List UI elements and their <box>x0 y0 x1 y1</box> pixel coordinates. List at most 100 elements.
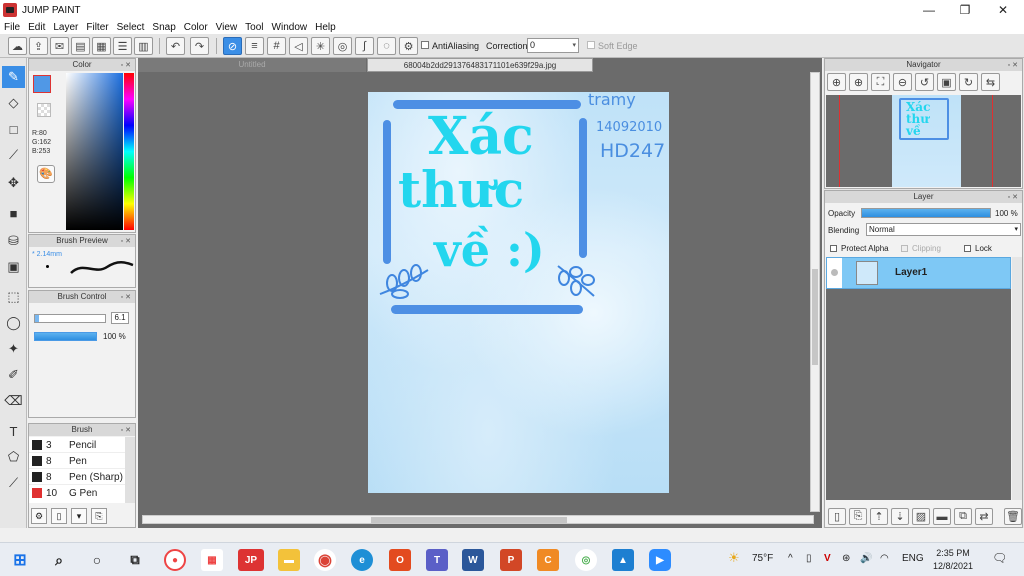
palette-icon[interactable]: 🎨 <box>37 165 55 183</box>
layer-up-icon[interactable]: ⇡ <box>870 508 888 525</box>
store-icon[interactable]: ▦ <box>201 549 223 571</box>
rotate-left-icon[interactable]: ↺ <box>915 73 934 91</box>
new-brush-icon[interactable]: ▯ <box>51 508 67 524</box>
windows-start-icon[interactable]: ⊞ <box>9 549 31 571</box>
wifi-icon[interactable]: ◠ <box>880 553 889 564</box>
fit-icon[interactable]: ⛶ <box>871 73 890 91</box>
layer-visibility-toggle[interactable] <box>827 258 842 288</box>
zoom-in-icon[interactable]: ⊕ <box>827 73 846 91</box>
antialiasing-checkbox[interactable] <box>421 41 429 49</box>
menu-help[interactable]: Help <box>315 22 336 33</box>
rotate-right-icon[interactable]: ↻ <box>959 73 978 91</box>
fill-rect-tool-icon[interactable]: ■ <box>2 202 25 224</box>
brush-item[interactable]: 3 Pencil <box>29 437 125 453</box>
lasso-tool-icon[interactable]: ◯ <box>2 312 25 334</box>
brush-opacity-slider[interactable] <box>34 332 97 341</box>
blending-select[interactable]: Normal ▾ <box>866 223 1021 236</box>
snap-off-icon[interactable]: ⊘ <box>223 37 242 55</box>
layer-row[interactable]: Layer1 <box>826 257 1011 289</box>
upload-icon[interactable]: ⇪ <box>29 37 48 55</box>
reset-view-icon[interactable]: ▣ <box>937 73 956 91</box>
chrome-alt-icon[interactable]: ● <box>164 549 186 571</box>
volume-icon[interactable]: 🔊 <box>860 553 872 564</box>
vietkey-icon[interactable]: V <box>824 553 831 564</box>
app-orange-icon[interactable]: C <box>537 549 559 571</box>
magic-wand-tool-icon[interactable]: ✦ <box>2 338 25 360</box>
horizontal-scroll-thumb[interactable] <box>371 517 567 523</box>
brush-list-scrollbar[interactable] <box>125 437 135 503</box>
move-tool-icon[interactable]: ✥ <box>2 172 25 194</box>
teams-icon[interactable]: T <box>426 549 448 571</box>
word-icon[interactable]: W <box>462 549 484 571</box>
gradient-tool-icon[interactable]: ▣ <box>2 256 25 278</box>
brush-settings-icon[interactable]: ⚙ <box>31 508 47 524</box>
grid-icon[interactable]: ▥ <box>134 37 153 55</box>
office-icon[interactable]: O <box>389 549 411 571</box>
brush-item[interactable]: 10 G Pen <box>29 485 125 501</box>
menu-layer[interactable]: Layer <box>53 22 78 33</box>
weather-temp[interactable]: 75°F <box>752 553 773 564</box>
drawing-canvas[interactable]: Xác thưc về :) tramy 14092010 HD247 <box>368 92 669 493</box>
eyedropper-tool-icon[interactable]: ⟋ <box>2 472 25 494</box>
clock[interactable]: 2:35 PM 12/8/2021 <box>930 547 976 573</box>
search-icon[interactable]: ⌕ <box>48 549 70 571</box>
folder-icon[interactable]: ▬ <box>933 508 951 525</box>
edge-icon[interactable]: e <box>351 549 373 571</box>
snap-parallel-icon[interactable]: ≡ <box>245 37 264 55</box>
layer-list-scrollbar[interactable] <box>1012 257 1022 500</box>
tab-active-document[interactable]: 68004b2dd291376483171101e639f29a.jpg <box>367 58 593 72</box>
document-icon[interactable]: ▦ <box>92 37 111 55</box>
transparent-color-swatch[interactable] <box>37 103 51 117</box>
merge-icon[interactable]: ⧉ <box>954 508 972 525</box>
zoom-icon[interactable]: ▶ <box>649 549 671 571</box>
hue-slider[interactable] <box>124 73 134 230</box>
zoom-out-icon[interactable]: ⊖ <box>893 73 912 91</box>
close-button[interactable]: ✕ <box>986 0 1020 20</box>
vertical-scrollbar[interactable] <box>810 72 820 512</box>
language-indicator[interactable]: ENG <box>902 553 924 564</box>
menu-edit[interactable]: Edit <box>28 22 45 33</box>
trash-icon[interactable]: 🗑 <box>1004 508 1022 525</box>
maximize-button[interactable]: ❐ <box>948 0 982 20</box>
transfer-icon[interactable]: ⇄ <box>975 508 993 525</box>
snap-curve-icon[interactable]: ∫ <box>355 37 374 55</box>
jump-paint-taskbar-icon[interactable]: JP <box>238 549 264 571</box>
comment-icon[interactable]: ✉ <box>50 37 69 55</box>
cloud-icon[interactable]: ☁ <box>8 37 27 55</box>
snap-radial-icon[interactable]: ✳ <box>311 37 330 55</box>
cortana-icon[interactable]: ○ <box>86 549 108 571</box>
snap-vanish-icon[interactable]: ◁ <box>289 37 308 55</box>
new-layer-icon[interactable]: ▯ <box>828 508 846 525</box>
network-signal-icon[interactable]: ⊛ <box>842 553 850 564</box>
foreground-color-swatch[interactable] <box>33 75 51 93</box>
weather-icon[interactable]: ☀ <box>728 550 740 566</box>
menu-view[interactable]: View <box>216 22 238 33</box>
canvas-workspace[interactable]: Untitled 68004b2dd291376483171101e639f29… <box>138 58 822 528</box>
horizontal-scrollbar[interactable] <box>142 515 814 524</box>
menu-filter[interactable]: Filter <box>86 22 108 33</box>
tray-app-icon[interactable]: ▯ <box>806 553 812 564</box>
redo-icon[interactable]: ↷ <box>190 37 209 55</box>
duplicate-layer-icon[interactable]: ⎘ <box>849 508 867 525</box>
minimize-button[interactable]: — <box>912 0 946 20</box>
photos-icon[interactable]: ▲ <box>612 549 634 571</box>
menu-window[interactable]: Window <box>272 22 308 33</box>
layer-down-icon[interactable]: ⇣ <box>891 508 909 525</box>
soft-edge-checkbox[interactable] <box>587 41 595 49</box>
tone-layer-icon[interactable]: ▨ <box>912 508 930 525</box>
snap-circle-icon[interactable]: ◎ <box>333 37 352 55</box>
flip-icon[interactable]: ⇆ <box>981 73 1000 91</box>
shape-tool-icon[interactable]: □ <box>2 118 25 140</box>
vertical-scroll-thumb[interactable] <box>812 269 818 365</box>
protect-alpha-checkbox[interactable] <box>830 245 837 252</box>
brush-size-input[interactable]: 6.1 <box>111 312 129 324</box>
brush-item[interactable]: 8 Pen <box>29 453 125 469</box>
line-tool-icon[interactable]: ⟋ <box>2 144 25 166</box>
layer-opacity-slider[interactable] <box>861 208 991 218</box>
navigator-preview[interactable]: Xác thư về <box>826 95 1021 187</box>
correction-select[interactable]: 0 ▾ <box>527 38 579 53</box>
saturation-value-picker[interactable] <box>66 73 123 230</box>
app-green-icon[interactable]: ◎ <box>575 549 597 571</box>
powerpoint-icon[interactable]: P <box>500 549 522 571</box>
menu-color[interactable]: Color <box>184 22 208 33</box>
